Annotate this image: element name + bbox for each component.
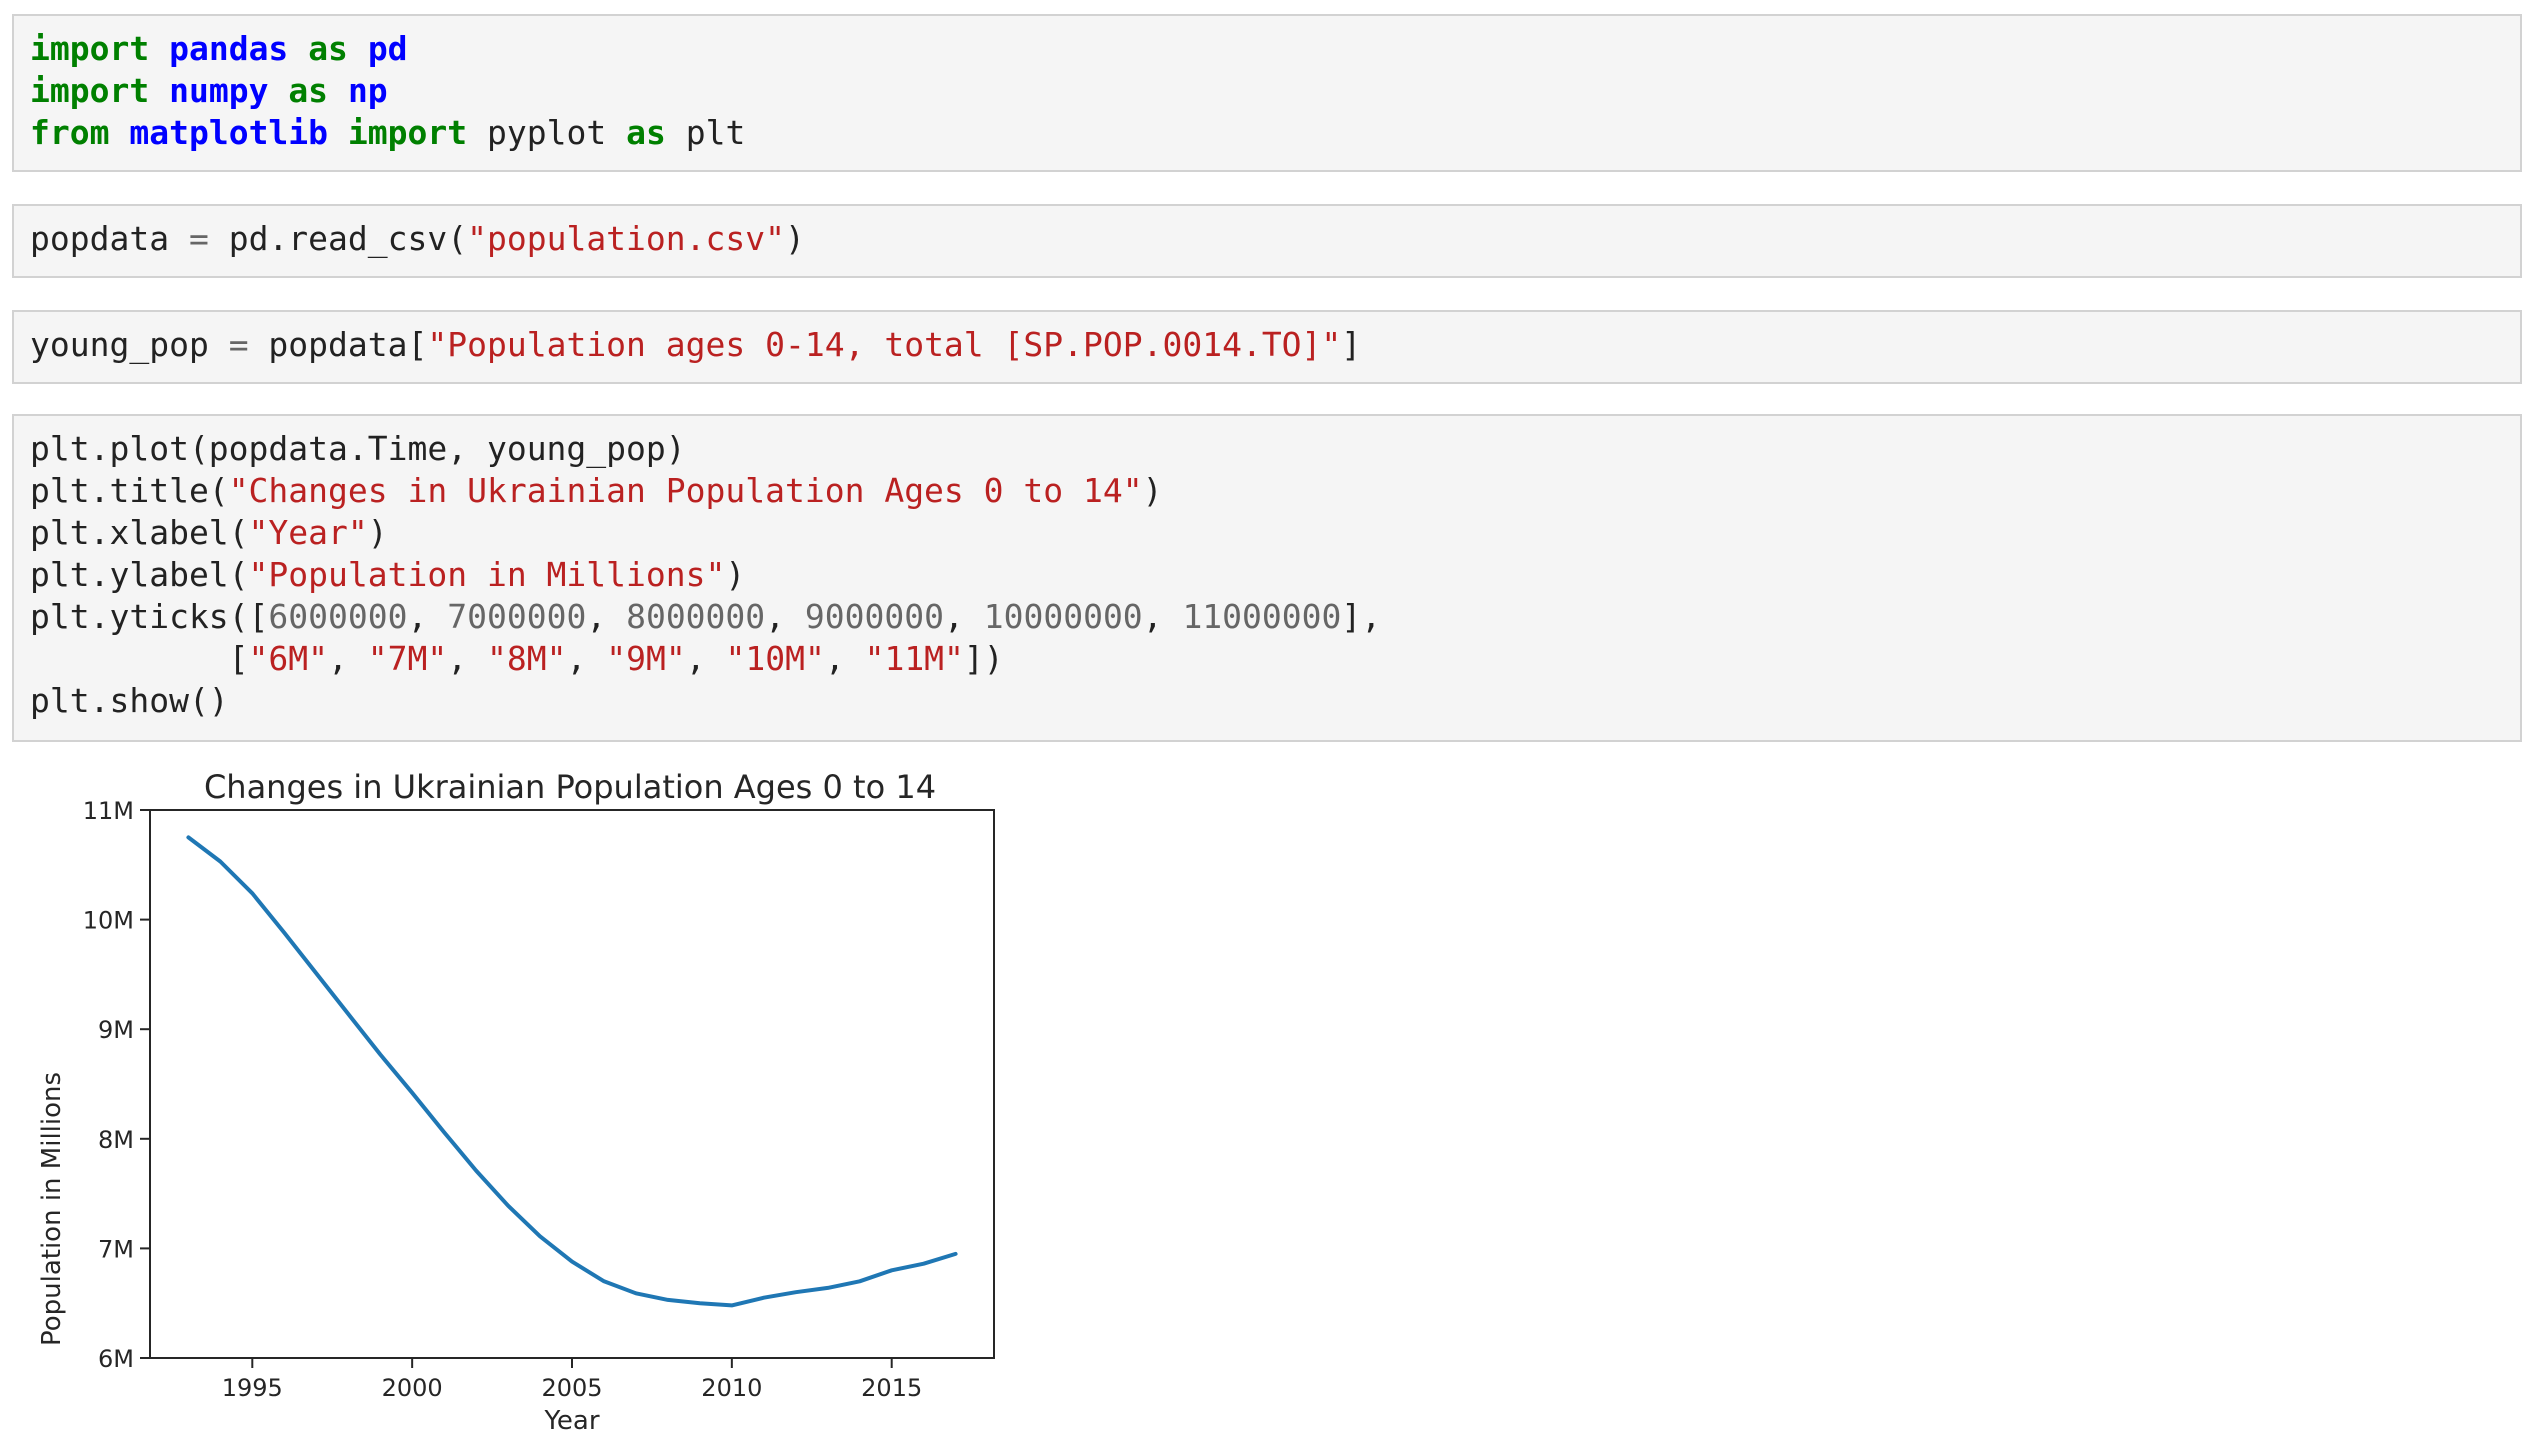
- string-literal: "6M": [248, 639, 329, 678]
- chart-title: Changes in Ukrainian Population Ages 0 t…: [204, 768, 936, 806]
- y-tick-label: 7M: [98, 1235, 134, 1263]
- x-axis-label: Year: [543, 1406, 599, 1436]
- code-text: plt.title(: [30, 471, 229, 510]
- code-line-title: plt.title("Changes in Ukrainian Populati…: [30, 470, 2504, 512]
- keyword: import: [30, 71, 150, 110]
- keyword: from: [30, 113, 110, 152]
- plot-output: Changes in Ukrainian Population Ages 0 t…: [20, 756, 1020, 1450]
- keyword: import: [347, 113, 468, 152]
- code-text: ],: [1341, 597, 1382, 636]
- string-literal: "10M": [725, 639, 825, 678]
- code-text: [: [30, 639, 249, 678]
- string-literal: "Year": [248, 513, 368, 552]
- x-tick-label: 2015: [861, 1374, 922, 1402]
- code-line-yticks: plt.yticks([6000000, 7000000, 8000000, 9…: [30, 597, 1382, 636]
- code-line-import-pyplot: from matplotlib import pyplot as plt: [30, 112, 2504, 154]
- code-text: ): [725, 555, 746, 594]
- string-literal: "population.csv": [467, 219, 785, 258]
- code-line-plot: plt.plot(popdata.Time, young_pop): [30, 429, 686, 468]
- imported-name: pyplot: [487, 113, 607, 152]
- code-cell-read-csv[interactable]: popdata = pd.read_csv("population.csv"): [12, 204, 2522, 278]
- code-cell-plot[interactable]: plt.plot(popdata.Time, young_pop) plt.ti…: [12, 414, 2522, 742]
- string-literal: "9M": [606, 639, 686, 678]
- keyword: import: [30, 29, 150, 68]
- code-text: young_pop: [30, 325, 229, 364]
- code-text: ]): [963, 639, 1004, 678]
- number-literal: 6000000: [268, 597, 408, 636]
- module-name: numpy: [169, 71, 269, 110]
- code-line-import-numpy: import numpy as np: [30, 70, 2504, 112]
- code-cell-imports[interactable]: import pandas as pd import numpy as np f…: [12, 14, 2522, 172]
- line-chart: Changes in Ukrainian Population Ages 0 t…: [37, 768, 995, 1436]
- module-alias: np: [347, 71, 388, 110]
- number-literal: 7000000: [447, 597, 587, 636]
- y-tick-label: 10M: [83, 907, 134, 935]
- module-alias: pd: [367, 29, 408, 68]
- module-alias: plt: [685, 113, 746, 152]
- string-literal: "7M": [367, 639, 448, 678]
- code-text: ): [1142, 471, 1163, 510]
- x-tick-label: 2000: [382, 1374, 443, 1402]
- keyword: as: [626, 113, 666, 152]
- number-literal: 9000000: [804, 597, 944, 636]
- module-name: pandas: [169, 29, 289, 68]
- string-literal: "11M": [864, 639, 964, 678]
- y-tick-label: 9M: [98, 1016, 134, 1044]
- code-text: popdata[: [248, 325, 428, 364]
- code-line-young-pop: young_pop = popdata["Population ages 0-1…: [30, 324, 2504, 366]
- module-name: matplotlib: [129, 113, 329, 152]
- code-line-ylabel: plt.ylabel("Population in Millions"): [30, 554, 2504, 596]
- operator: =: [228, 325, 249, 364]
- keyword: as: [308, 29, 348, 68]
- number-literal: 11000000: [1182, 597, 1342, 636]
- y-axis-label: Population in Millions: [37, 1072, 67, 1346]
- number-literal: 10000000: [983, 597, 1143, 636]
- string-literal: "8M": [487, 639, 567, 678]
- code-text: plt.ylabel(: [30, 555, 249, 594]
- string-literal: "Changes in Ukrainian Population Ages 0 …: [228, 471, 1143, 510]
- code-line-import-pandas: import pandas as pd: [30, 28, 2504, 70]
- string-literal: "Population in Millions": [248, 555, 726, 594]
- keyword: as: [288, 71, 329, 110]
- code-text: ): [785, 219, 805, 258]
- code-line-xlabel: plt.xlabel("Year"): [30, 512, 2504, 554]
- y-tick-label: 8M: [98, 1126, 134, 1154]
- code-line-show: plt.show(): [30, 681, 229, 720]
- axis-ticks: 1995 2000 2005 2010 2015 6M 7M 8M 9M 10M 11M: [83, 797, 922, 1402]
- x-tick-label: 2010: [701, 1374, 762, 1402]
- code-text: ]: [1341, 325, 1362, 364]
- code-text: plt.yticks([: [30, 597, 269, 636]
- code-text: ): [367, 513, 388, 552]
- code-text: plt.xlabel(: [30, 513, 249, 552]
- code-line-ytick-labels: ["6M", "7M", "8M", "9M", "10M", "11M"]): [30, 639, 1004, 678]
- code-cell-young-pop[interactable]: young_pop = popdata["Population ages 0-1…: [12, 310, 2522, 384]
- code-text: pd.read_csv(: [208, 219, 468, 258]
- x-tick-label: 1995: [222, 1374, 283, 1402]
- y-tick-label: 11M: [83, 797, 134, 825]
- code-line-read-csv: popdata = pd.read_csv("population.csv"): [30, 218, 2504, 260]
- code-text: popdata: [30, 219, 189, 258]
- string-literal: "Population ages 0-14, total [SP.POP.001…: [427, 325, 1342, 364]
- x-tick-label: 2005: [541, 1374, 602, 1402]
- y-tick-label: 6M: [98, 1345, 134, 1373]
- number-literal: 8000000: [626, 597, 766, 636]
- plot-area-frame: [149, 809, 995, 1359]
- series-line: [186, 835, 958, 1308]
- operator: =: [188, 219, 209, 258]
